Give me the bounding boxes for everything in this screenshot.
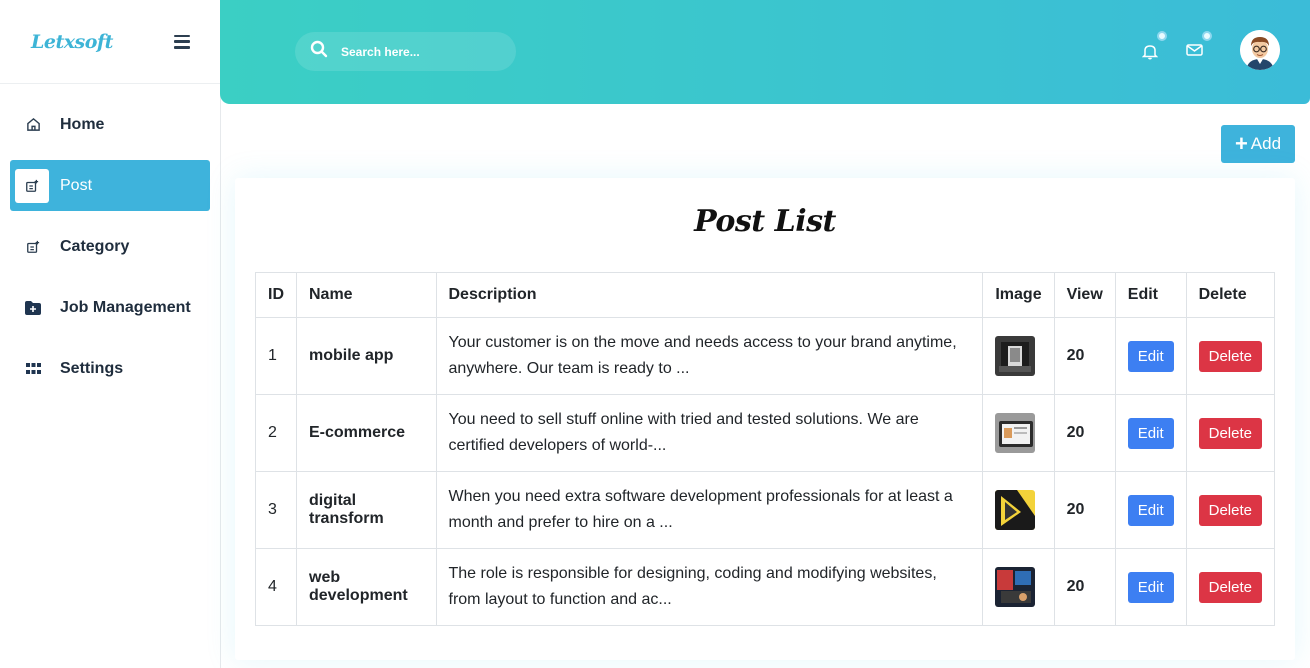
cell-edit: Edit bbox=[1114, 394, 1187, 472]
message-badge bbox=[1202, 31, 1212, 41]
mail-icon[interactable] bbox=[1186, 43, 1204, 61]
cell-description: You need to sell stuff online with tried… bbox=[435, 394, 984, 472]
brand-bar: Letxsoft bbox=[0, 0, 220, 84]
edit-button[interactable]: Edit bbox=[1127, 571, 1174, 603]
edit-button[interactable]: Edit bbox=[1127, 340, 1174, 372]
search-input[interactable] bbox=[341, 44, 501, 59]
plus-icon: + bbox=[1234, 131, 1248, 156]
sidebar-item-job-management[interactable]: Job Management bbox=[10, 282, 210, 333]
cell-description: When you need extra software development… bbox=[435, 471, 984, 549]
delete-button[interactable]: Delete bbox=[1198, 417, 1262, 449]
bell-icon[interactable] bbox=[1141, 43, 1160, 61]
edit-button[interactable]: Edit bbox=[1127, 494, 1174, 526]
column-header-description: Description bbox=[435, 272, 984, 318]
search-icon[interactable] bbox=[310, 40, 328, 63]
top-header bbox=[220, 0, 1310, 104]
delete-button[interactable]: Delete bbox=[1198, 571, 1262, 603]
cell-view: 20 bbox=[1053, 394, 1116, 472]
menu-toggle-icon[interactable] bbox=[174, 34, 190, 49]
sidebar-item-label: Settings bbox=[60, 359, 124, 377]
sidebar-item-settings[interactable]: Settings bbox=[10, 343, 210, 394]
post-thumbnail[interactable] bbox=[995, 490, 1036, 530]
sidebar-item-post[interactable]: Post bbox=[10, 160, 210, 211]
sidebar: Letxsoft Home Post Category Job Manageme… bbox=[0, 0, 221, 668]
cell-id: 3 bbox=[255, 471, 297, 549]
cell-delete: Delete bbox=[1185, 394, 1276, 472]
cell-view: 20 bbox=[1053, 317, 1116, 395]
cell-view: 20 bbox=[1053, 548, 1116, 626]
sidebar-item-label: Post bbox=[60, 176, 93, 194]
cell-name: web development bbox=[296, 548, 437, 626]
sidebar-item-label: Home bbox=[60, 115, 105, 133]
sidebar-item-home[interactable]: Home bbox=[10, 99, 210, 150]
cell-image bbox=[982, 548, 1055, 626]
cell-edit: Edit bbox=[1114, 317, 1187, 395]
page-title: Post List bbox=[694, 204, 836, 239]
add-post-button[interactable]: + Add bbox=[1221, 125, 1295, 163]
post-table: ID Name Description Image View Edit Dele… bbox=[255, 272, 1276, 626]
table-row: 4 web development The role is responsibl… bbox=[255, 548, 1276, 626]
cell-name: mobile app bbox=[296, 317, 437, 395]
column-header-id: ID bbox=[255, 272, 297, 318]
table-header-row: ID Name Description Image View Edit Dele… bbox=[255, 272, 1276, 318]
column-header-delete: Delete bbox=[1185, 272, 1276, 318]
cell-image bbox=[982, 394, 1055, 472]
grid-icon bbox=[24, 360, 42, 378]
notification-badge bbox=[1157, 31, 1167, 41]
post-thumbnail[interactable] bbox=[995, 567, 1036, 607]
cell-description: The role is responsible for designing, c… bbox=[435, 548, 984, 626]
post-thumbnail[interactable] bbox=[995, 336, 1036, 376]
cell-id: 1 bbox=[255, 317, 297, 395]
logo[interactable]: Letxsoft bbox=[31, 31, 113, 53]
add-button-label: Add bbox=[1250, 134, 1282, 153]
cell-id: 2 bbox=[255, 394, 297, 472]
cell-edit: Edit bbox=[1114, 548, 1187, 626]
cell-description: Your customer is on the move and needs a… bbox=[435, 317, 984, 395]
table-row: 3 digital transform When you need extra … bbox=[255, 471, 1276, 549]
category-icon bbox=[24, 238, 42, 256]
post-thumbnail[interactable] bbox=[995, 413, 1036, 453]
sidebar-item-label: Category bbox=[60, 237, 130, 255]
cell-delete: Delete bbox=[1185, 317, 1276, 395]
cell-view: 20 bbox=[1053, 471, 1116, 549]
sidebar-item-label: Job Management bbox=[60, 298, 191, 316]
cell-edit: Edit bbox=[1114, 471, 1187, 549]
column-header-view: View bbox=[1053, 272, 1116, 318]
table-row: 1 mobile app Your customer is on the mov… bbox=[255, 317, 1276, 395]
user-avatar[interactable] bbox=[1240, 30, 1280, 70]
edit-button[interactable]: Edit bbox=[1127, 417, 1174, 449]
cell-image bbox=[982, 471, 1055, 549]
post-icon bbox=[15, 168, 49, 203]
delete-button[interactable]: Delete bbox=[1198, 494, 1262, 526]
cell-delete: Delete bbox=[1185, 548, 1276, 626]
cell-image bbox=[982, 317, 1055, 395]
sidebar-nav: Home Post Category Job Management Settin… bbox=[0, 84, 220, 394]
sidebar-item-category[interactable]: Category bbox=[10, 221, 210, 272]
table-row: 2 E-commerce You need to sell stuff onli… bbox=[255, 394, 1276, 472]
delete-button[interactable]: Delete bbox=[1198, 340, 1262, 372]
column-header-edit: Edit bbox=[1114, 272, 1187, 318]
cell-delete: Delete bbox=[1185, 471, 1276, 549]
cell-name: digital transform bbox=[296, 471, 437, 549]
column-header-name: Name bbox=[296, 272, 437, 318]
cell-id: 4 bbox=[255, 548, 297, 626]
folder-plus-icon bbox=[24, 299, 42, 317]
cell-name: E-commerce bbox=[296, 394, 437, 472]
search-box[interactable] bbox=[295, 32, 516, 71]
column-header-image: Image bbox=[982, 272, 1055, 318]
home-icon bbox=[24, 116, 42, 134]
